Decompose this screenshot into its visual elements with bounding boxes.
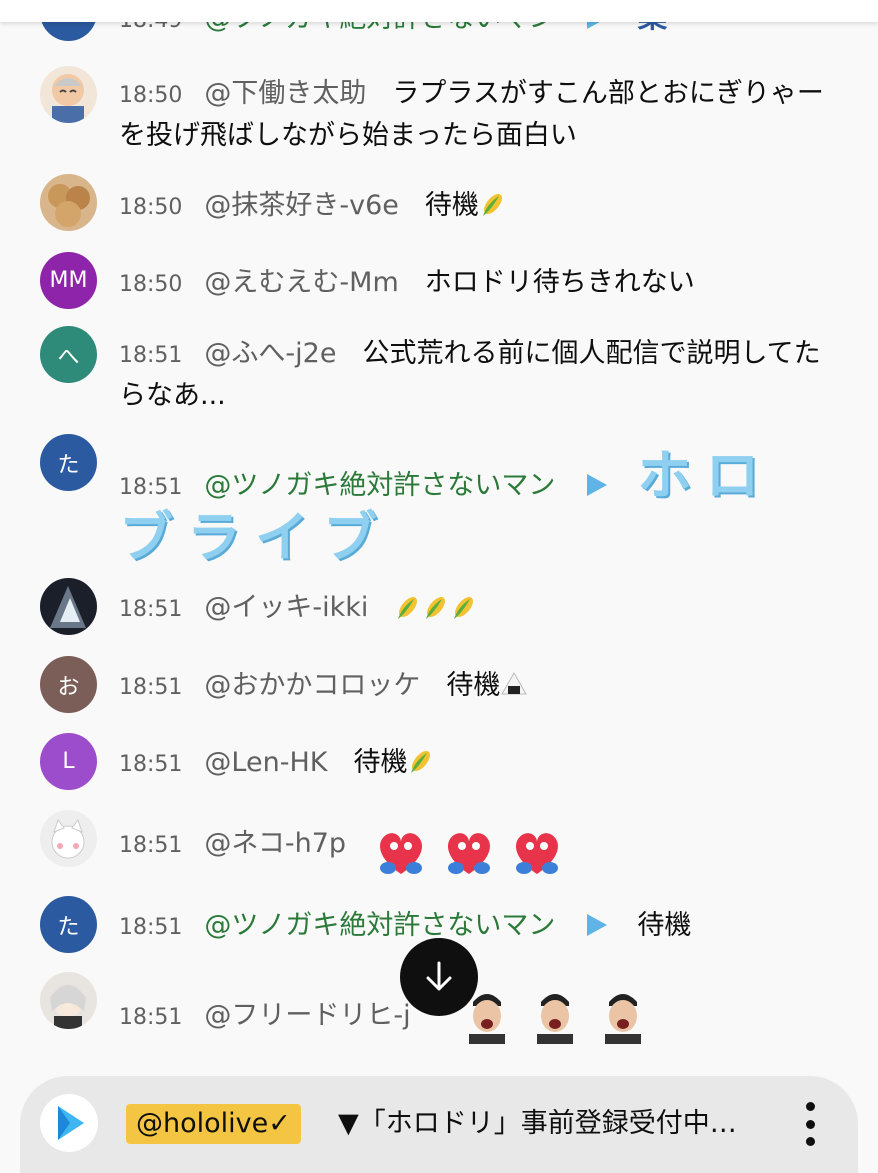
message-author[interactable]: @おかかコロッケ — [204, 670, 420, 701]
avatar-letter: た — [57, 914, 80, 940]
corn-emoji-icon — [454, 596, 474, 619]
scroll-to-bottom-button[interactable] — [400, 938, 478, 1016]
message-time: 18:51 — [119, 343, 183, 368]
message-author[interactable]: @えむえむ-Mm — [204, 267, 398, 298]
message-text: ホロドリ待ちきれない — [424, 267, 695, 298]
message-text: 待機 — [637, 910, 692, 941]
corn-emoji-icon — [398, 596, 418, 619]
message-author[interactable]: @フリードリヒ-j — [204, 1000, 410, 1031]
channel-logo[interactable] — [40, 1094, 98, 1152]
message-time: 18:50 — [119, 272, 183, 297]
corn-emoji-icon — [426, 596, 446, 619]
banner-author[interactable]: @hololive✓ — [126, 1104, 301, 1144]
message-time: 18:50 — [119, 83, 183, 108]
shouting-face-emoji-icon — [604, 994, 641, 1044]
message-time: 18:51 — [119, 675, 183, 700]
message-time: 18:51 — [119, 833, 183, 858]
message-time: 18:50 — [119, 195, 183, 220]
avatar-letter: L — [62, 749, 75, 774]
top-bar — [0, 0, 878, 22]
avatar[interactable]: L — [40, 733, 97, 790]
message-author[interactable]: @下働き太助 — [204, 78, 366, 109]
avatar[interactable] — [40, 578, 97, 635]
message-author[interactable]: @イッキ-ikki — [204, 592, 368, 623]
message-author[interactable]: @ネコ-h7p — [204, 828, 346, 859]
avatar[interactable]: お — [40, 656, 97, 713]
message-author[interactable]: @抹茶好き-v6e — [204, 190, 399, 221]
heart-hug-emoji-icon — [380, 833, 423, 874]
avatar[interactable]: た — [40, 434, 97, 491]
avatar[interactable]: へ — [40, 326, 97, 383]
more-vert-icon[interactable] — [798, 1102, 822, 1146]
stamp-text: ホロブライブ — [119, 444, 774, 569]
message-time: 18:51 — [119, 597, 183, 622]
banner-text[interactable]: ▼「ホロドリ」事前登録受付中… — [338, 1104, 737, 1144]
avatar-letter: へ — [57, 344, 80, 370]
avatar[interactable] — [40, 174, 97, 231]
arrow-down-icon — [426, 961, 452, 991]
avatar[interactable]: MM — [40, 252, 97, 309]
corn-emoji-icon — [482, 194, 502, 216]
avatar-letter: お — [57, 674, 80, 700]
message-text: 待機 — [446, 670, 501, 701]
bread-avatar-icon — [48, 184, 90, 227]
monk-avatar-icon — [52, 74, 84, 123]
message-time: 18:51 — [119, 915, 183, 940]
message-text: 待機 — [424, 190, 479, 221]
pinned-banner[interactable]: @hololive✓ ▼「ホロドリ」事前登録受付中… — [20, 1076, 858, 1173]
corn-emoji-group — [394, 589, 478, 629]
avatar[interactable] — [40, 66, 97, 123]
play-logo-icon — [58, 1106, 84, 1140]
avatar[interactable]: た — [40, 896, 97, 953]
message-text: 待機 — [353, 747, 408, 778]
anime-avatar-icon — [50, 985, 86, 1029]
message-time: 18:51 — [119, 1004, 183, 1030]
member-badge-icon — [587, 914, 608, 936]
corn-emoji-icon — [411, 751, 431, 773]
message-author[interactable]: @ツノガキ絶対許さないマン — [204, 470, 555, 501]
onigiri-emoji-icon — [501, 671, 528, 695]
message-time: 18:51 — [119, 752, 183, 777]
avatar[interactable] — [40, 810, 97, 867]
chat-list[interactable]: 18:49@ツノガキ絶対許さないマン業 18:50@下働き太助ラプラスがすこん部… — [0, 0, 878, 1060]
avatar-letter: MM — [49, 268, 88, 293]
message-time: 18:51 — [119, 475, 183, 500]
heart-hug-emoji-icon — [448, 833, 491, 874]
heart-hug-emoji-icon — [516, 833, 559, 874]
message-author[interactable]: @ツノガキ絶対許さないマン — [204, 910, 555, 941]
avatar[interactable] — [40, 972, 97, 1029]
cat-avatar-icon — [51, 818, 85, 859]
message-author[interactable]: @ふへ-j2e — [204, 338, 336, 369]
face-emoji-group — [461, 988, 665, 1044]
shouting-face-emoji-icon — [536, 994, 573, 1044]
message-author[interactable]: @Len-HK — [204, 747, 327, 778]
avatar-letter: た — [57, 452, 80, 478]
dark-avatar-icon — [50, 586, 86, 628]
member-badge-icon — [587, 474, 608, 496]
